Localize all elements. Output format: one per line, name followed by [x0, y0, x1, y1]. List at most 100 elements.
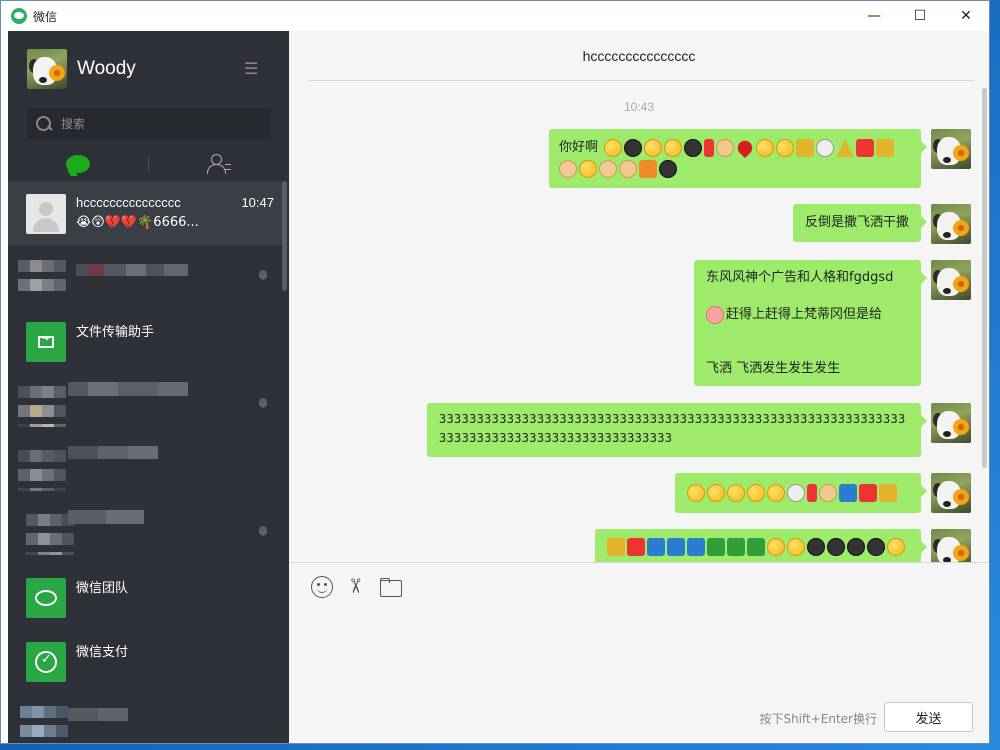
- lock-emoji-icon: [607, 538, 625, 556]
- conversation-item[interactable]: 文件传输助手: [8, 309, 282, 373]
- message-avatar[interactable]: [931, 129, 971, 169]
- chat-title: hccccccccccccccc: [582, 48, 696, 64]
- message-bubble[interactable]: 你好啊: [549, 129, 927, 188]
- message-avatar[interactable]: [931, 473, 971, 513]
- screenshot-scissors-icon[interactable]: [345, 576, 367, 598]
- wechat-app-icon: [11, 8, 27, 24]
- emoji-icon: [876, 139, 895, 157]
- chat-scrollbar[interactable]: [982, 88, 987, 468]
- message-text: 你好啊: [559, 140, 599, 155]
- wechat-team-avatar: [26, 578, 66, 618]
- conversation-name: 微信团队: [76, 580, 129, 595]
- conversation-name: 文件传输助手: [76, 324, 155, 339]
- emoji-icon: [579, 160, 597, 178]
- emoji-icon: [859, 484, 877, 502]
- conversation-item[interactable]: [8, 373, 282, 437]
- emoji-icon: [684, 139, 703, 157]
- window-controls: — ☐ ✕: [851, 1, 989, 31]
- emoji-icon: [687, 484, 705, 502]
- wechat-pay-avatar: [26, 642, 66, 682]
- cactus-emoji-icon: [747, 538, 765, 556]
- emoji-icon: [796, 139, 815, 157]
- search-input[interactable]: [61, 116, 261, 131]
- tab-contacts[interactable]: [149, 149, 289, 179]
- blurred-avatar: [18, 257, 66, 297]
- emoji-row: 你好啊: [559, 137, 911, 159]
- send-file-folder-icon[interactable]: [379, 576, 402, 598]
- cactus-emoji-icon: [727, 538, 745, 556]
- conversation-item[interactable]: [8, 501, 282, 565]
- emoji-icon: [827, 538, 845, 556]
- dolphin-emoji-icon: [687, 538, 705, 556]
- emoji-icon: [867, 538, 885, 556]
- maximize-button[interactable]: ☐: [897, 1, 943, 31]
- menu-icon[interactable]: ☰: [244, 61, 268, 77]
- message-bubble[interactable]: [675, 473, 927, 513]
- message-avatar[interactable]: [931, 529, 971, 562]
- message-bubble[interactable]: 3333333333333333333333333333333333333333…: [427, 403, 927, 457]
- emoji-picker-icon[interactable]: [311, 576, 333, 598]
- close-button[interactable]: ✕: [943, 1, 989, 31]
- conversation-item[interactable]: [8, 693, 282, 743]
- emoji-icon: [847, 538, 865, 556]
- conversation-item[interactable]: 微信支付: [8, 629, 282, 693]
- dolphin-emoji-icon: [667, 538, 685, 556]
- profile-avatar[interactable]: [27, 49, 67, 89]
- blurred-name: [76, 261, 216, 285]
- emoji-icon: [767, 484, 785, 502]
- mute-icon: [258, 397, 268, 409]
- emoji-icon: [599, 160, 617, 178]
- conversation-item[interactable]: hccccccccccccccc 10:47 😭😲💔💔🌴6666...: [8, 181, 282, 245]
- blurred-avatar: [18, 447, 68, 491]
- message-avatar[interactable]: [931, 260, 971, 300]
- conversation-item[interactable]: [8, 437, 282, 501]
- folder-icon: [38, 334, 54, 348]
- phone-emoji-icon: [627, 538, 645, 556]
- pay-icon: [35, 651, 57, 673]
- warning-icon: [836, 139, 855, 157]
- tab-chats[interactable]: [8, 149, 148, 179]
- file-transfer-avatar: [26, 322, 66, 362]
- toolbar-divider: [289, 562, 989, 563]
- blurred-avatar: [26, 511, 74, 555]
- emoji-icon: [624, 139, 643, 157]
- contacts-icon: [207, 153, 231, 175]
- wechat-window: 微信 — ☐ ✕ Woody ☰ 搜索 hccccccccccccccc 10:…: [0, 0, 990, 744]
- sidebar: Woody ☰ hccccccccccccccc 10:47 😭😲💔💔🌴6666…: [8, 31, 289, 743]
- message-avatar[interactable]: [931, 403, 971, 443]
- minimize-button[interactable]: —: [851, 1, 897, 31]
- send-button[interactable]: 发送: [884, 702, 973, 732]
- nav-tabs: [8, 149, 289, 179]
- emoji-icon: [756, 139, 775, 157]
- heart-icon: [734, 137, 756, 159]
- conversation-item[interactable]: [8, 245, 282, 309]
- emoji-icon: [816, 139, 835, 157]
- cross-icon: [856, 139, 875, 157]
- trophy-emoji-icon: [879, 484, 897, 502]
- conversation-item[interactable]: 微信团队: [8, 565, 282, 629]
- blurred-name: [68, 445, 158, 459]
- conversation-time: 10:47: [241, 195, 274, 210]
- emoji-row: [607, 538, 909, 556]
- emoji-icon: [704, 139, 715, 157]
- message-avatar[interactable]: [931, 204, 971, 244]
- sidebar-scrollbar[interactable]: [282, 181, 287, 291]
- emoji-row: [687, 484, 909, 502]
- send-hint: 按下Shift+Enter换行: [759, 712, 877, 726]
- mute-icon: [258, 525, 268, 537]
- message-text: 反倒是撒飞洒干撒: [804, 215, 909, 230]
- profile: Woody: [27, 49, 136, 89]
- emoji-icon: [887, 538, 905, 556]
- message-bubble[interactable]: [595, 529, 927, 562]
- message-bubble[interactable]: 东风风神个广告和人格和fgdgsd 赶得上赶得上梵蒂冈但是给 飞洒 飞洒发生发生…: [694, 260, 927, 386]
- message-input[interactable]: [309, 611, 969, 691]
- emoji-icon: [727, 484, 745, 502]
- emoji-icon: [639, 160, 657, 178]
- wechat-icon: [35, 590, 57, 606]
- question-icon: [807, 484, 817, 502]
- message-bubble[interactable]: 反倒是撒飞洒干撒: [792, 204, 928, 242]
- search-box[interactable]: [27, 108, 271, 139]
- blurred-name: [68, 707, 128, 721]
- message-list: 10:43 你好啊 反倒是撒飞洒干撒 东风风神个广告和人格和fgdgsd 赶得上…: [289, 82, 989, 562]
- dolphin-emoji-icon: [647, 538, 665, 556]
